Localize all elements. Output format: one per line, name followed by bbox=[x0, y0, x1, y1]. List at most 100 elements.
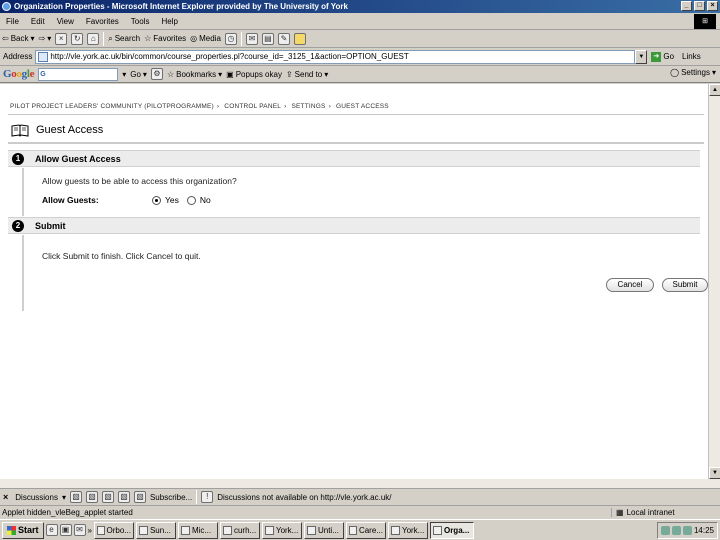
discussion-icon[interactable]: ▧ bbox=[85, 491, 98, 503]
folder-icon[interactable] bbox=[293, 32, 306, 45]
bookmarks-button[interactable]: ☆ Bookmarks ▾ bbox=[167, 70, 222, 79]
toolbar-separator bbox=[240, 31, 242, 46]
chevron-down-icon: ▾ bbox=[711, 68, 716, 77]
chevron-down-icon[interactable]: ▾ bbox=[62, 493, 66, 502]
back-button[interactable]: ⇦ Back ▾ bbox=[2, 34, 35, 43]
forward-button[interactable]: ⇨ ▾ bbox=[39, 34, 52, 43]
app-icon bbox=[138, 525, 148, 535]
subscribe-button[interactable]: Subscribe... bbox=[150, 493, 192, 502]
app-icon bbox=[306, 525, 316, 535]
taskbar-item[interactable]: Orbo... bbox=[93, 521, 134, 539]
send-to-button[interactable]: ⇪ Send to ▾ bbox=[286, 70, 328, 79]
minimize-button[interactable]: _ bbox=[681, 1, 692, 11]
chevron-down-icon: ▾ bbox=[324, 69, 329, 79]
window-title-bar[interactable]: Organization Properties - Microsoft Inte… bbox=[0, 0, 720, 13]
status-bar: Applet hidden_vleBeg_applet started ▦ Lo… bbox=[0, 505, 720, 519]
send-icon: ⇪ bbox=[285, 69, 293, 79]
options-icon[interactable]: ⚙ bbox=[150, 68, 163, 80]
discussion-icon[interactable]: ▧ bbox=[117, 491, 130, 503]
standard-toolbar: ⇦ Back ▾ ⇨ ▾ × ↻ ⌂ ⌕ Search ☆ Favorites … bbox=[0, 30, 720, 48]
submit-button[interactable]: Submit bbox=[662, 278, 708, 292]
home-icon[interactable]: ⌂ bbox=[87, 32, 100, 45]
quicklaunch-icon[interactable]: ▣ bbox=[59, 524, 72, 536]
breadcrumb-settings[interactable]: SETTINGS bbox=[291, 103, 325, 110]
taskbar-item[interactable]: curh... bbox=[219, 521, 260, 539]
vertical-scrollbar[interactable]: ▲ ▼ bbox=[708, 84, 720, 479]
address-input[interactable]: http://vle.york.ac.uk/bin/common/course_… bbox=[35, 49, 636, 64]
scroll-up-icon[interactable]: ▲ bbox=[709, 84, 720, 96]
tray-icon[interactable] bbox=[660, 526, 670, 535]
discussion-icon[interactable]: ▧ bbox=[69, 491, 82, 503]
start-button[interactable]: Start bbox=[2, 521, 44, 539]
tray-icon[interactable] bbox=[671, 526, 681, 535]
discussion-icon[interactable]: ▧ bbox=[133, 491, 146, 503]
history-icon[interactable]: ◷ bbox=[224, 32, 237, 45]
tray-icon[interactable] bbox=[682, 526, 692, 535]
taskbar-item-active[interactable]: Orga... bbox=[429, 521, 474, 539]
menu-bar: File Edit View Favorites Tools Help ⊞ bbox=[0, 13, 720, 30]
breadcrumb-community[interactable]: PILOT PROJECT LEADERS' COMMUNITY (PILOTP… bbox=[10, 103, 214, 110]
allow-guests-no-label[interactable]: No bbox=[200, 195, 211, 205]
close-button[interactable]: × bbox=[707, 1, 718, 11]
scroll-down-icon[interactable]: ▼ bbox=[709, 467, 720, 479]
app-icon bbox=[348, 525, 357, 535]
chevron-down-icon[interactable]: ▾ bbox=[122, 70, 126, 79]
menu-favorites[interactable]: Favorites bbox=[80, 17, 125, 26]
print-icon[interactable]: ▤ bbox=[261, 32, 274, 45]
discussions-button[interactable]: Discussions bbox=[15, 493, 58, 502]
step-1-instructions: Allow guests to be able to access this o… bbox=[42, 176, 237, 186]
popups-button[interactable]: ▣ Popups okay bbox=[226, 70, 282, 79]
taskbar: Start e ▣ ✉ » Orbo... Sun... Mic... curh… bbox=[0, 519, 720, 540]
taskbar-item[interactable]: Care... bbox=[345, 521, 386, 539]
step-2-rule bbox=[22, 235, 24, 311]
search-button[interactable]: ⌕ Search bbox=[108, 34, 140, 44]
favorites-button[interactable]: ☆ Favorites bbox=[144, 34, 186, 43]
cancel-button[interactable]: Cancel bbox=[606, 278, 654, 292]
quicklaunch-icon[interactable]: ✉ bbox=[73, 524, 86, 536]
menu-view[interactable]: View bbox=[51, 17, 80, 26]
step-2-number: 2 bbox=[12, 220, 24, 232]
menu-help[interactable]: Help bbox=[155, 17, 183, 26]
edit-icon[interactable]: ✎ bbox=[277, 32, 290, 45]
menu-tools[interactable]: Tools bbox=[125, 17, 156, 26]
close-discussions-icon[interactable]: × bbox=[3, 492, 8, 502]
taskbar-item[interactable]: York... bbox=[261, 521, 302, 539]
google-toolbar: Google G ▾ Go ▾ ⚙ ☆ Bookmarks ▾ ▣ Popups… bbox=[0, 66, 720, 83]
taskbar-item[interactable]: Mic... bbox=[177, 521, 218, 539]
quicklaunch-more-icon[interactable]: » bbox=[88, 526, 92, 535]
google-search-input[interactable]: G bbox=[38, 67, 119, 81]
step-1-title: Allow Guest Access bbox=[35, 154, 121, 164]
menu-file[interactable]: File bbox=[0, 17, 25, 26]
allow-guests-yes-radio[interactable] bbox=[152, 195, 161, 205]
discussions-message: Discussions not available on http://vle.… bbox=[217, 492, 392, 502]
allow-guests-no-radio[interactable] bbox=[186, 195, 196, 205]
intranet-icon: ▦ bbox=[616, 508, 624, 517]
menu-edit[interactable]: Edit bbox=[25, 17, 51, 26]
taskbar-item[interactable]: Sun... bbox=[135, 521, 176, 539]
stop-icon[interactable]: × bbox=[55, 32, 68, 45]
bookmark-icon: ☆ bbox=[166, 69, 175, 79]
mail-icon[interactable]: ✉ bbox=[245, 32, 258, 45]
allow-guests-yes-label[interactable]: Yes bbox=[165, 195, 179, 205]
search-icon: ⌕ bbox=[108, 33, 113, 43]
links-button[interactable]: Links bbox=[682, 52, 701, 61]
horizontal-scrollbar[interactable] bbox=[0, 479, 720, 488]
taskbar-item[interactable]: Unti... bbox=[303, 521, 344, 539]
google-logo[interactable]: Google bbox=[3, 68, 35, 80]
app-icon bbox=[222, 525, 232, 535]
clock[interactable]: 14:25 bbox=[694, 526, 714, 535]
maximize-button[interactable]: □ bbox=[694, 1, 705, 11]
allow-guests-radio-group: Yes No bbox=[152, 195, 211, 205]
quicklaunch-icon[interactable]: e bbox=[45, 524, 58, 536]
media-button[interactable]: ◎ Media bbox=[190, 34, 221, 43]
discussion-icon[interactable]: ▧ bbox=[101, 491, 114, 503]
refresh-icon[interactable]: ↻ bbox=[71, 32, 84, 45]
google-go-button[interactable]: Go ▾ bbox=[130, 70, 147, 79]
breadcrumb-control-panel[interactable]: CONTROL PANEL bbox=[224, 103, 281, 110]
settings-button[interactable]: ◯ Settings ▾ bbox=[670, 68, 716, 77]
step-1-header: 1 Allow Guest Access bbox=[8, 150, 700, 167]
back-arrow-icon: ⇦ bbox=[2, 34, 9, 43]
go-button[interactable]: ➜ Go bbox=[651, 51, 674, 62]
address-dropdown-button[interactable]: ▼ bbox=[635, 49, 648, 64]
taskbar-item[interactable]: York... bbox=[387, 521, 428, 539]
